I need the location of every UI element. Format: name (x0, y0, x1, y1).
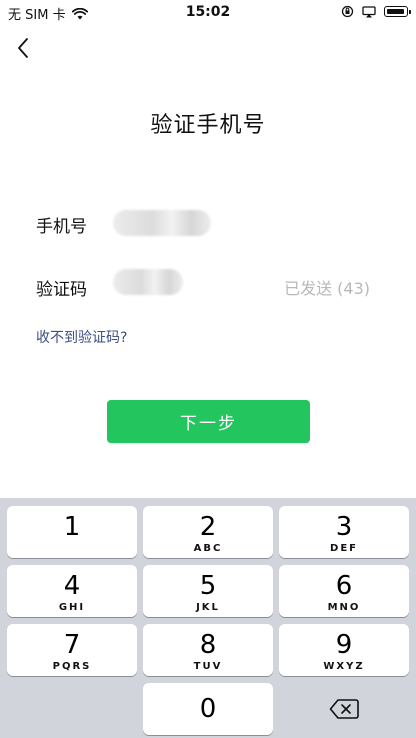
key-digit: 5 (199, 571, 217, 601)
backspace-icon (329, 699, 359, 719)
verification-code-field[interactable] (113, 269, 183, 295)
key-letters: TUV (193, 661, 223, 672)
cant-receive-code-link[interactable]: 收不到验证码? (36, 327, 127, 347)
key-letters: GHI (58, 602, 86, 613)
key-letters: PQRS (52, 661, 92, 672)
key-digit: 2 (199, 512, 217, 542)
keypad-key-6[interactable]: 6 MNO (279, 565, 409, 617)
delete-key[interactable] (279, 683, 409, 735)
key-digit: 4 (63, 571, 81, 601)
keypad-key-4[interactable]: 4 GHI (7, 565, 137, 617)
next-step-button[interactable]: 下一步 (107, 400, 310, 443)
key-digit: 8 (199, 630, 217, 660)
key-letters: WXYZ (323, 661, 365, 672)
keypad-key-0[interactable]: 0 (143, 683, 273, 735)
chevron-left-icon (18, 38, 28, 58)
keypad-key-2[interactable]: 2 ABC (143, 506, 273, 558)
battery-icon (384, 6, 411, 17)
key-digit: 6 (335, 571, 353, 601)
resend-countdown: 已发送 (43) (284, 279, 370, 298)
key-digit: 3 (335, 512, 353, 542)
keypad-key-5[interactable]: 5 JKL (143, 565, 273, 617)
keypad-key-3[interactable]: 3 DEF (279, 506, 409, 558)
key-digit: 0 (199, 694, 217, 724)
page-title: 验证手机号 (150, 113, 266, 138)
key-digit: 1 (63, 512, 81, 542)
key-letters: MNO (327, 602, 361, 613)
code-label: 验证码 (36, 280, 87, 300)
phone-label: 手机号 (36, 217, 87, 237)
key-digit: 7 (63, 630, 81, 660)
status-bar: 无 SIM 卡 15:02 (0, 0, 416, 24)
keypad-key-7[interactable]: 7 PQRS (7, 624, 137, 676)
key-letters: DEF (330, 543, 358, 554)
key-letters: JKL (196, 602, 220, 613)
keypad-key-8[interactable]: 8 TUV (143, 624, 273, 676)
phone-number-field[interactable] (113, 210, 211, 236)
screen-mirroring-icon (362, 5, 376, 17)
keypad-key-9[interactable]: 9 WXYZ (279, 624, 409, 676)
key-letters: ABC (193, 543, 223, 554)
status-right-icons (341, 5, 411, 18)
rotation-lock-icon (341, 5, 354, 18)
back-button[interactable] (12, 36, 36, 60)
numeric-keypad: 1 2 ABC 3 DEF 4 GHI 5 JKL 6 MNO 7 PQRS 8… (0, 498, 416, 738)
key-digit: 9 (335, 630, 353, 660)
keypad-key-1[interactable]: 1 (7, 506, 137, 558)
